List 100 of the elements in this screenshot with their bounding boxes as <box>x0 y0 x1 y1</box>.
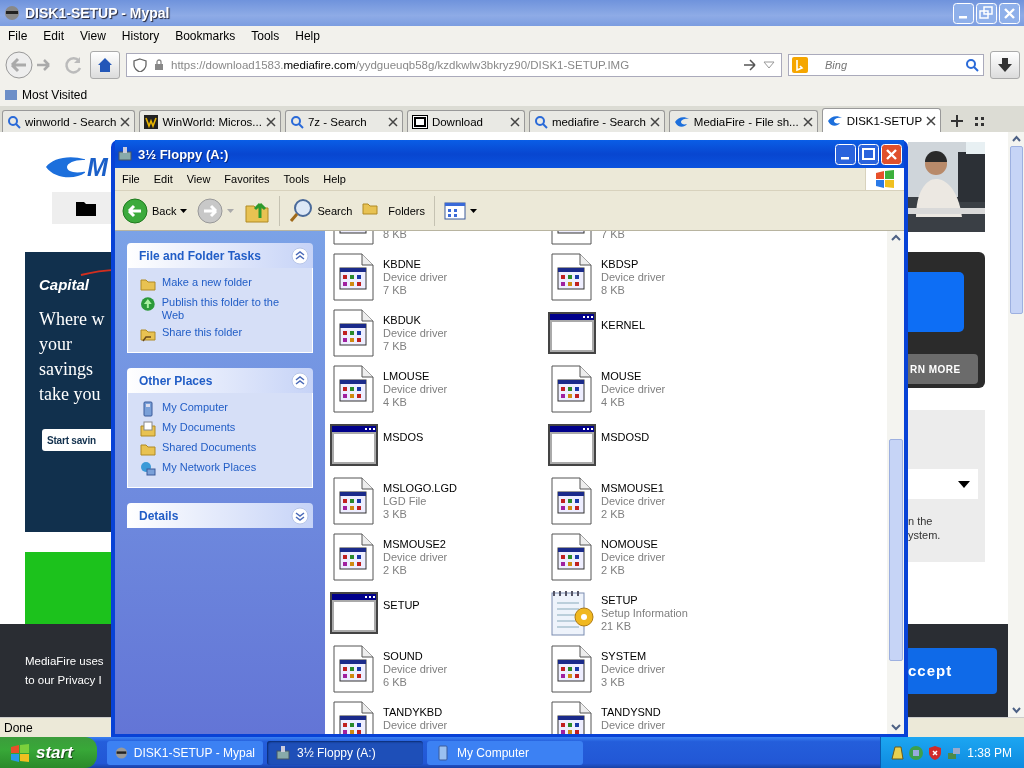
file-size: 8 KB <box>601 284 626 297</box>
search-button[interactable]: Search <box>286 195 356 226</box>
flame-icon <box>826 113 843 128</box>
search-field[interactable]: Bing <box>788 54 984 76</box>
browser-tab[interactable]: WinWorld: Micros... <box>139 110 281 132</box>
browser-tab[interactable]: DISK1-SETUP <box>821 108 942 132</box>
file-name[interactable]: MSDOS <box>383 431 424 444</box>
address-field[interactable]: https://download1583.mediafire.com/yydgueuqb58g/kzdkwlw3bkryz90/DISK1-SETUP.IMG <box>126 53 782 77</box>
dropdown[interactable] <box>908 469 978 499</box>
file-name[interactable]: KBDUK <box>383 314 448 327</box>
ad-headline: your <box>39 333 72 356</box>
restore-button[interactable] <box>976 2 997 24</box>
menu-item[interactable]: File <box>0 29 36 43</box>
task-link[interactable]: My Network Places <box>162 461 257 474</box>
taskbar-button[interactable]: My Computer <box>427 740 583 765</box>
search-icon <box>533 114 548 129</box>
file-name[interactable]: MSDOSD <box>601 431 650 444</box>
scroll-thumb[interactable] <box>888 439 903 661</box>
task-link[interactable]: My Computer <box>162 401 229 414</box>
task-link[interactable]: My Documents <box>162 421 236 434</box>
file-type: Device driver <box>383 719 448 732</box>
menu-item[interactable]: Favorites <box>217 173 277 185</box>
menu-item[interactable]: File <box>115 173 147 185</box>
file-name[interactable]: MOUSE <box>601 370 666 383</box>
file-name[interactable]: KERNEL <box>601 319 646 332</box>
file-type: Device driver <box>601 663 666 676</box>
search-icon <box>289 114 304 129</box>
menu-item[interactable]: View <box>179 173 218 185</box>
menu-item[interactable]: Tools <box>276 173 317 185</box>
file-size: 2 KB <box>601 564 626 577</box>
taskbar-button[interactable]: DISK1-SETUP - Mypal <box>107 740 263 765</box>
minimize-button[interactable] <box>953 2 974 24</box>
browser-tab[interactable]: mediafire - Search <box>528 110 665 132</box>
close-button[interactable] <box>999 2 1020 24</box>
ad-button[interactable]: Start savin <box>42 429 111 451</box>
folder-icon <box>140 441 156 457</box>
menu-item[interactable]: View <box>72 29 114 43</box>
scrollbar[interactable] <box>887 231 904 734</box>
file-name[interactable]: SETUP <box>601 594 688 607</box>
file-size: 6 KB <box>383 676 408 689</box>
expand-button[interactable] <box>291 506 309 525</box>
folder-icon <box>140 276 156 292</box>
collapse-button[interactable] <box>291 371 309 390</box>
file-name[interactable]: MSMOUSE2 <box>383 538 448 551</box>
file-name[interactable]: SYSTEM <box>601 650 666 663</box>
file-type: Device driver <box>383 383 448 396</box>
maximize-button[interactable] <box>858 143 879 165</box>
download-button[interactable] <box>990 51 1020 79</box>
caret-icon <box>470 208 477 213</box>
file-name[interactable]: TANDYSND <box>601 706 666 719</box>
file-name[interactable]: KBDSP <box>601 258 666 271</box>
file-name[interactable]: MSLOGO.LGD <box>383 482 457 495</box>
close-icon <box>387 116 398 127</box>
file-name[interactable]: MSMOUSE1 <box>601 482 666 495</box>
menu-item[interactable]: Help <box>316 173 353 185</box>
browser-tab[interactable]: 7z - Search <box>284 110 403 132</box>
back-button[interactable]: Back <box>119 195 191 226</box>
menu-item[interactable]: Bookmarks <box>167 29 244 43</box>
bookmark[interactable]: Most Visited <box>22 88 88 102</box>
floppy-drive-icon <box>117 146 133 162</box>
search-icon <box>289 197 314 224</box>
browser-tab[interactable]: winworld - Search <box>2 110 136 132</box>
views-button[interactable] <box>441 199 480 222</box>
file-type: Device driver <box>383 551 448 564</box>
driver-file-icon <box>332 253 376 301</box>
menu-item[interactable]: Edit <box>146 173 180 185</box>
file-name[interactable]: SOUND <box>383 650 448 663</box>
driver-file-icon <box>332 365 376 413</box>
task-link[interactable]: Publish this folder to the Web <box>161 296 302 322</box>
task-link[interactable]: Shared Documents <box>162 441 257 454</box>
menu-item[interactable]: Edit <box>35 29 73 43</box>
file-name[interactable]: SETUP <box>383 599 420 612</box>
menu-item[interactable]: Help <box>287 29 328 43</box>
task-link[interactable]: Share this folder <box>162 326 243 339</box>
menu-item[interactable]: Tools <box>243 29 288 43</box>
task-link[interactable]: Make a new folder <box>162 276 252 289</box>
minimize-button[interactable] <box>835 143 856 165</box>
menu-item[interactable]: History <box>113 29 168 43</box>
home-icon <box>97 57 113 73</box>
taskbar-button[interactable]: 3½ Floppy (A:) <box>267 740 423 765</box>
file-name[interactable]: LMOUSE <box>383 370 448 383</box>
close-icon <box>120 116 131 127</box>
folders-button[interactable]: Folders <box>359 197 428 224</box>
nav-button[interactable] <box>52 192 111 224</box>
file-name[interactable]: TANDYKBD <box>383 706 448 719</box>
home-button[interactable] <box>90 51 120 79</box>
scroll-thumb[interactable] <box>1009 146 1023 314</box>
browser-tab[interactable]: Download <box>406 110 525 132</box>
scrollbar[interactable] <box>1008 132 1024 717</box>
tray-icon <box>889 744 905 761</box>
file-size: 4 KB <box>601 396 626 409</box>
collapse-button[interactable] <box>291 246 309 265</box>
learn-more-button[interactable]: RN MORE <box>908 354 978 384</box>
close-button[interactable] <box>881 143 902 165</box>
accept-button[interactable]: ccept <box>905 647 997 694</box>
file-name[interactable]: KBDNE <box>383 258 448 271</box>
ad-banner[interactable]: Capital Where w your savings take you Start savin <box>25 252 111 532</box>
browser-tab[interactable]: MediaFire - File sh... <box>668 110 818 132</box>
program-window-icon <box>548 421 596 469</box>
file-name[interactable]: NOMOUSE <box>601 538 666 551</box>
